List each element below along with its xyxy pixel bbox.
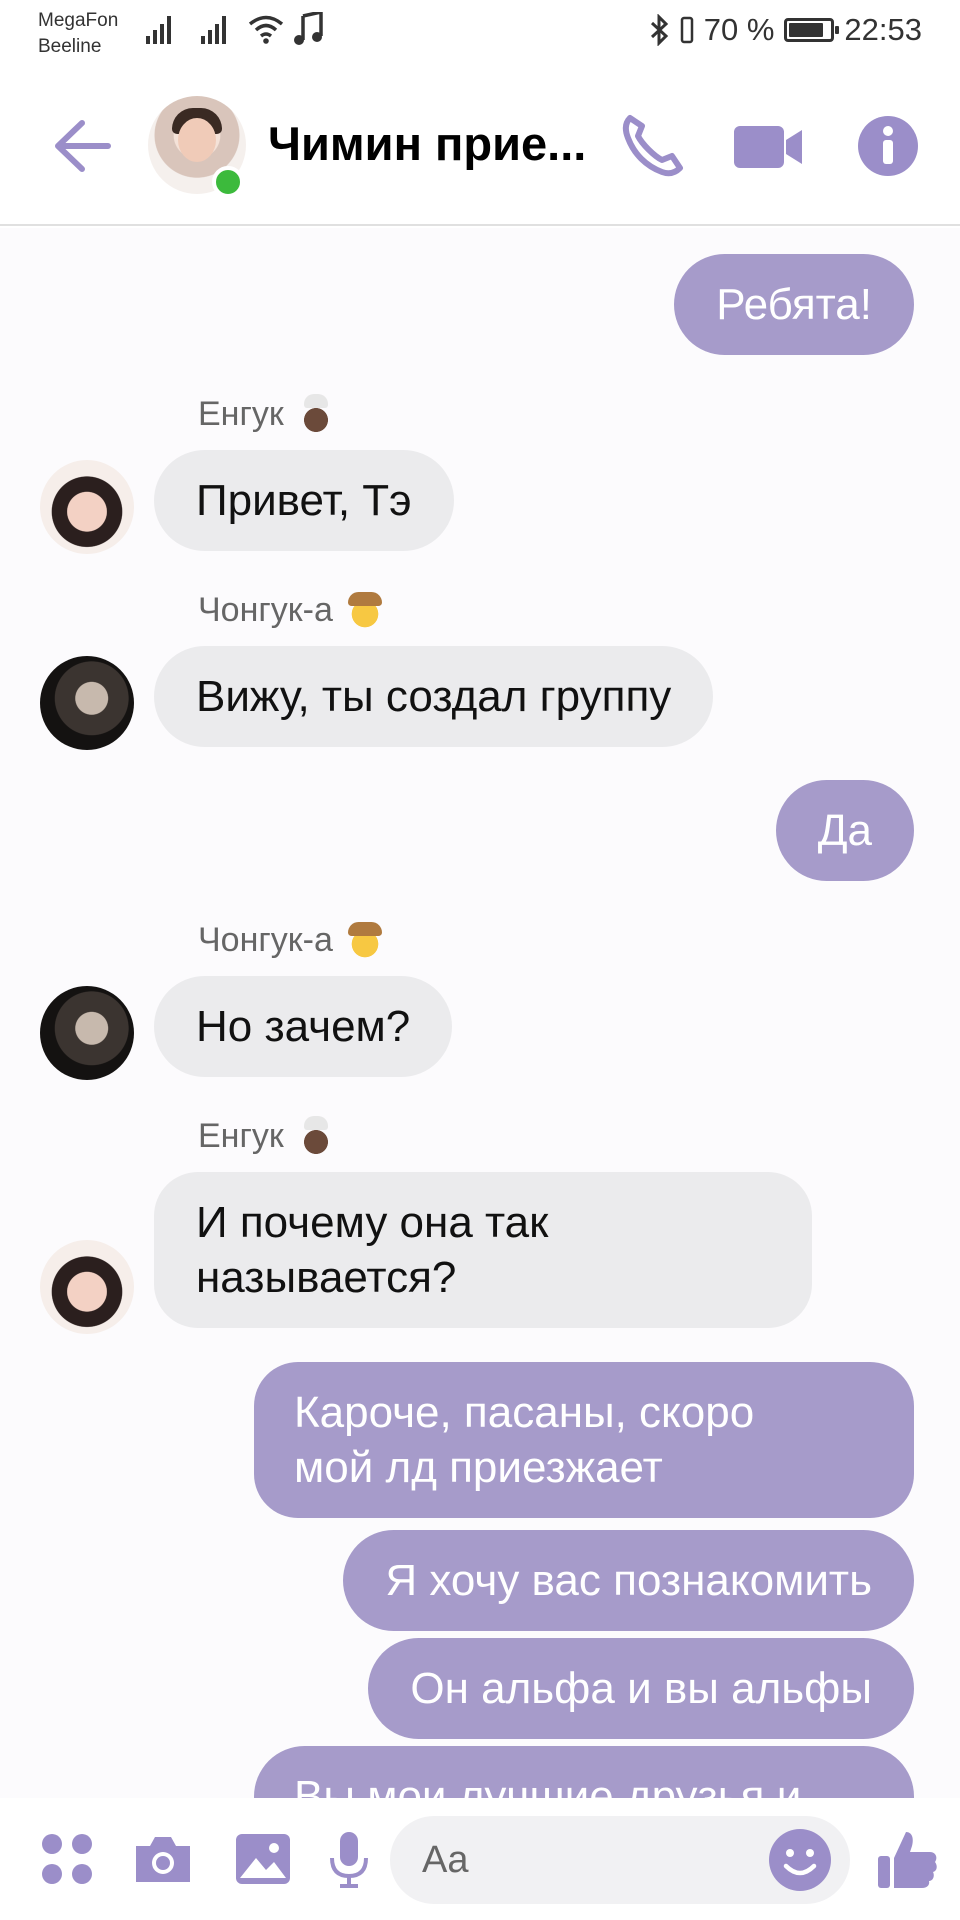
signal-strength-1-icon xyxy=(146,14,171,44)
chat-header: Чимин прие... xyxy=(0,68,960,226)
microphone-icon xyxy=(330,1832,368,1888)
video-camera-icon xyxy=(734,126,802,168)
like-button[interactable] xyxy=(872,1824,942,1894)
avatar[interactable] xyxy=(40,656,134,750)
message-list[interactable]: Ребята! Енгук Привет, Тэ Чонгук-а Вижу, … xyxy=(0,228,960,1798)
carrier-1: MegaFon xyxy=(38,10,119,31)
phone-icon xyxy=(622,115,683,177)
carrier-names: MegaFon Beeline xyxy=(38,8,118,60)
cowboy-emoji-icon xyxy=(344,590,385,630)
battery-icon xyxy=(784,18,840,42)
camera-button[interactable] xyxy=(132,1828,194,1890)
video-call-button[interactable] xyxy=(730,110,802,182)
sender-name: Чонгук-а xyxy=(198,920,385,960)
signal-strength-2-icon xyxy=(201,14,226,44)
incoming-message[interactable]: Вижу, ты создал группу xyxy=(154,646,714,747)
bluetooth-icon xyxy=(650,14,668,46)
composer-bar xyxy=(0,1800,960,1920)
voice-message-button[interactable] xyxy=(318,1828,380,1890)
emoji-button[interactable] xyxy=(766,1826,834,1894)
chef-emoji-icon xyxy=(295,1116,336,1156)
outgoing-message[interactable]: Ребята! xyxy=(674,254,914,355)
camera-icon xyxy=(136,1837,190,1882)
arrow-left-icon xyxy=(55,120,111,172)
incoming-message[interactable]: И почему она так называется? xyxy=(154,1172,812,1328)
call-button[interactable] xyxy=(616,110,688,182)
chat-title[interactable]: Чимин прие... xyxy=(268,116,608,171)
incoming-message[interactable]: Но зачем? xyxy=(154,976,453,1077)
avatar[interactable] xyxy=(40,460,134,554)
thumbs-up-icon xyxy=(878,1832,937,1888)
clock: 22:53 xyxy=(844,12,922,47)
status-icons xyxy=(248,12,324,46)
avatar[interactable] xyxy=(40,1240,134,1334)
status-right: 70 % 22:53 xyxy=(650,12,922,48)
chef-emoji-icon xyxy=(295,394,336,434)
info-icon xyxy=(858,116,918,176)
online-indicator xyxy=(212,166,244,198)
sender-name: Чонгук-а xyxy=(198,590,385,630)
sender-name: Енгук xyxy=(198,1116,336,1156)
cowboy-emoji-icon xyxy=(344,920,385,960)
smiley-icon xyxy=(769,1829,831,1891)
incoming-message[interactable]: Привет, Тэ xyxy=(154,450,454,551)
outgoing-message[interactable]: Я хочу вас познакомить xyxy=(343,1530,914,1631)
sender-name: Енгук xyxy=(198,394,336,434)
outgoing-message[interactable]: Кароче, пасаны, скоро мой лд приезжает xyxy=(254,1362,914,1518)
signal-icons xyxy=(146,14,226,44)
music-note-icon xyxy=(294,12,323,45)
battery-percent: 70 % xyxy=(703,12,775,47)
status-bar: MegaFon Beeline 70 % 22:53 xyxy=(0,0,960,68)
vibrate-battery-icon xyxy=(680,16,693,44)
outgoing-message[interactable]: Да xyxy=(775,780,914,881)
grid-dots-icon xyxy=(42,1834,92,1884)
image-icon xyxy=(236,1834,290,1884)
back-button[interactable] xyxy=(50,113,116,179)
outgoing-message[interactable]: Вы мои лучшие друзья и xyxy=(254,1746,914,1798)
avatar[interactable] xyxy=(40,986,134,1080)
more-apps-button[interactable] xyxy=(36,1828,98,1890)
carrier-2: Beeline xyxy=(38,36,102,57)
outgoing-message[interactable]: Он альфа и вы альфы xyxy=(368,1638,914,1739)
gallery-button[interactable] xyxy=(232,1828,294,1890)
wifi-icon xyxy=(248,15,284,44)
info-button[interactable] xyxy=(852,110,924,182)
